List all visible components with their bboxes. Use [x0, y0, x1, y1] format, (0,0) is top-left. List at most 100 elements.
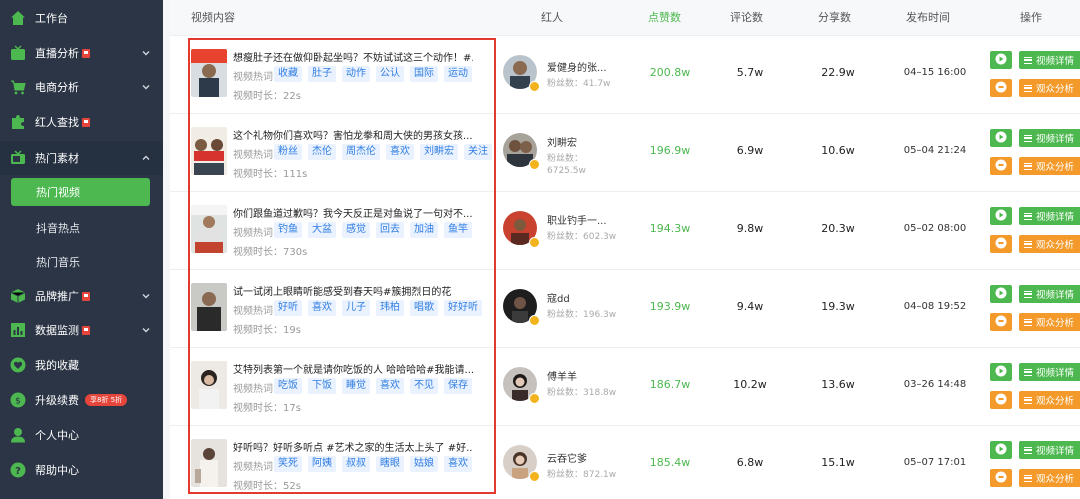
video-thumbnail[interactable] — [191, 205, 227, 253]
keyword-tag[interactable]: 钓鱼 — [274, 222, 302, 238]
video-thumbnail[interactable] — [191, 283, 227, 331]
play-button[interactable] — [990, 51, 1012, 69]
keyword-tag[interactable]: 儿子 — [342, 300, 370, 316]
play-button[interactable] — [990, 363, 1012, 381]
keyword-tag[interactable]: 公认 — [376, 66, 404, 82]
video-title[interactable]: 艾特列表第一个就是请你吃饭的人 哈哈哈哈#我能请... — [233, 361, 473, 376]
keyword-tag[interactable]: 鱼竿 — [444, 222, 472, 238]
influencer-name[interactable]: 爱健身的张... — [547, 59, 607, 74]
keyword-tag[interactable]: 下饭 — [308, 378, 336, 394]
influencer-name[interactable]: 傅羊羊 — [547, 368, 577, 383]
keyword-tag[interactable]: 好好听 — [444, 300, 482, 316]
keyword-tag[interactable]: 收藏 — [274, 66, 302, 82]
sidebar-item-influencer-search[interactable]: 红人查找 — [0, 105, 163, 139]
keywords-label: 视频热词 — [233, 306, 273, 317]
keyword-tag[interactable]: 叔叔 — [342, 456, 370, 472]
list-icon — [1024, 474, 1032, 482]
influencer-name[interactable]: 云吞它爹 — [547, 450, 587, 465]
play-button[interactable] — [990, 129, 1012, 147]
sidebar-item-help[interactable]: ? 帮助中心 — [0, 453, 163, 487]
sidebar-item-data-monitoring[interactable]: 数据监测 — [0, 313, 163, 347]
keyword-tag[interactable]: 笑死 — [274, 456, 302, 472]
audience-icon-button[interactable] — [990, 157, 1012, 175]
video-detail-button[interactable]: 视频详情 — [1019, 285, 1080, 303]
sidebar-item-upgrade[interactable]: $ 升级续费 享8折 5折 — [0, 383, 163, 417]
header-shares[interactable]: 分享数 — [818, 0, 851, 36]
audience-analysis-button[interactable]: 观众分析 — [1019, 79, 1080, 97]
sidebar-item-hot-materials[interactable]: 热门素材 — [0, 141, 163, 175]
video-thumbnail[interactable] — [191, 361, 227, 409]
keyword-tag[interactable]: 不见 — [410, 378, 438, 394]
influencer-name[interactable]: 职业钓手一... — [547, 212, 607, 227]
sidebar-subitem-hot-music[interactable]: 热门音乐 — [0, 245, 163, 279]
video-title[interactable]: 试一试闭上眼睛听能感受到春天吗#簇拥烈日的花 — [233, 283, 473, 298]
audience-icon-button[interactable] — [990, 235, 1012, 253]
audience-analysis-button[interactable]: 观众分析 — [1019, 235, 1080, 253]
audience-analysis-button[interactable]: 观众分析 — [1019, 313, 1080, 331]
audience-analysis-button[interactable]: 观众分析 — [1019, 469, 1080, 487]
video-detail-button[interactable]: 视频详情 — [1019, 207, 1080, 225]
sidebar-item-brand-promotion[interactable]: 品牌推广 — [0, 279, 163, 313]
keyword-tag[interactable]: 瞎眼 — [376, 456, 404, 472]
video-title[interactable]: 想瘦肚子还在做仰卧起坐吗？不妨试试这三个动作！#... — [233, 49, 473, 64]
keyword-tag[interactable]: 杰伦 — [308, 144, 336, 160]
keyword-tag[interactable]: 吃饭 — [274, 378, 302, 394]
keyword-tag[interactable]: 回去 — [376, 222, 404, 238]
keyword-tag[interactable]: 大盆 — [308, 222, 336, 238]
keyword-tag[interactable]: 喜欢 — [376, 378, 404, 394]
video-detail-button[interactable]: 视频详情 — [1019, 129, 1080, 147]
sidebar-item-profile[interactable]: 个人中心 — [0, 418, 163, 452]
keyword-tag[interactable]: 睡觉 — [342, 378, 370, 394]
keyword-tag[interactable]: 好听 — [274, 300, 302, 316]
audience-icon-button[interactable] — [990, 469, 1012, 487]
video-detail-button[interactable]: 视频详情 — [1019, 51, 1080, 69]
keyword-tag[interactable]: 阿姨 — [308, 456, 336, 472]
keyword-tag[interactable]: 喜欢 — [308, 300, 336, 316]
video-title[interactable]: 这个礼物你们喜欢吗？害怕龙拳和周大侠的男孩女孩... — [233, 127, 473, 142]
audience-analysis-button[interactable]: 观众分析 — [1019, 391, 1080, 409]
video-thumbnail[interactable] — [191, 439, 227, 487]
keyword-tag[interactable]: 国际 — [410, 66, 438, 82]
keyword-tag[interactable]: 唱歌 — [410, 300, 438, 316]
keyword-tag[interactable]: 加油 — [410, 222, 438, 238]
keyword-tag[interactable]: 喜欢 — [444, 456, 472, 472]
keyword-tag[interactable]: 保存 — [444, 378, 472, 394]
audience-icon-button[interactable] — [990, 313, 1012, 331]
keyword-tag[interactable]: 肚子 — [308, 66, 336, 82]
keyword-tag[interactable]: 感觉 — [342, 222, 370, 238]
sidebar-subitem-douyin-trends[interactable]: 抖音热点 — [0, 211, 163, 245]
header-publish-time[interactable]: 发布时间 — [906, 0, 950, 36]
audience-icon-button[interactable] — [990, 391, 1012, 409]
audience-icon-button[interactable] — [990, 79, 1012, 97]
header-comments[interactable]: 评论数 — [730, 0, 763, 36]
likes-count: 200.8w — [649, 66, 691, 79]
video-detail-button[interactable]: 视频详情 — [1019, 363, 1080, 381]
sidebar-item-live-analysis[interactable]: 直播分析 — [0, 36, 163, 70]
header-likes[interactable]: 点赞数 — [648, 0, 681, 36]
comments-count: 9.4w — [736, 300, 764, 313]
keyword-tag[interactable]: 动作 — [342, 66, 370, 82]
keyword-tag[interactable]: 姑娘 — [410, 456, 438, 472]
keyword-tag[interactable]: 玮柏 — [376, 300, 404, 316]
video-title[interactable]: 好听吗？好听多听点 #艺术之家的生活太上头了 #好... — [233, 439, 473, 454]
keyword-tag[interactable]: 粉丝 — [274, 144, 302, 160]
sidebar-item-workbench[interactable]: 工作台 — [0, 1, 163, 35]
video-thumbnail[interactable] — [191, 127, 227, 175]
sidebar-item-ecommerce[interactable]: 电商分析 — [0, 70, 163, 104]
play-button[interactable] — [990, 285, 1012, 303]
play-button[interactable] — [990, 441, 1012, 459]
audience-analysis-button[interactable]: 观众分析 — [1019, 157, 1080, 175]
keyword-tag[interactable]: 运动 — [444, 66, 472, 82]
influencer-name[interactable]: 刘畊宏 — [547, 134, 577, 149]
keyword-tag[interactable]: 周杰伦 — [342, 144, 380, 160]
play-button[interactable] — [990, 207, 1012, 225]
sidebar-subitem-hot-videos[interactable]: 热门视频 — [11, 178, 150, 206]
keyword-tag[interactable]: 关注 — [464, 144, 492, 160]
keyword-tag[interactable]: 刘畊宏 — [420, 144, 458, 160]
video-detail-button[interactable]: 视频详情 — [1019, 441, 1080, 459]
influencer-name[interactable]: 寇dd — [547, 290, 570, 305]
video-thumbnail[interactable] — [191, 49, 227, 97]
video-title[interactable]: 你们跟鱼道过歉吗？我今天反正是对鱼说了一句对不... — [233, 205, 473, 220]
keyword-tag[interactable]: 喜欢 — [386, 144, 414, 160]
sidebar-item-favorites[interactable]: 我的收藏 — [0, 348, 163, 382]
